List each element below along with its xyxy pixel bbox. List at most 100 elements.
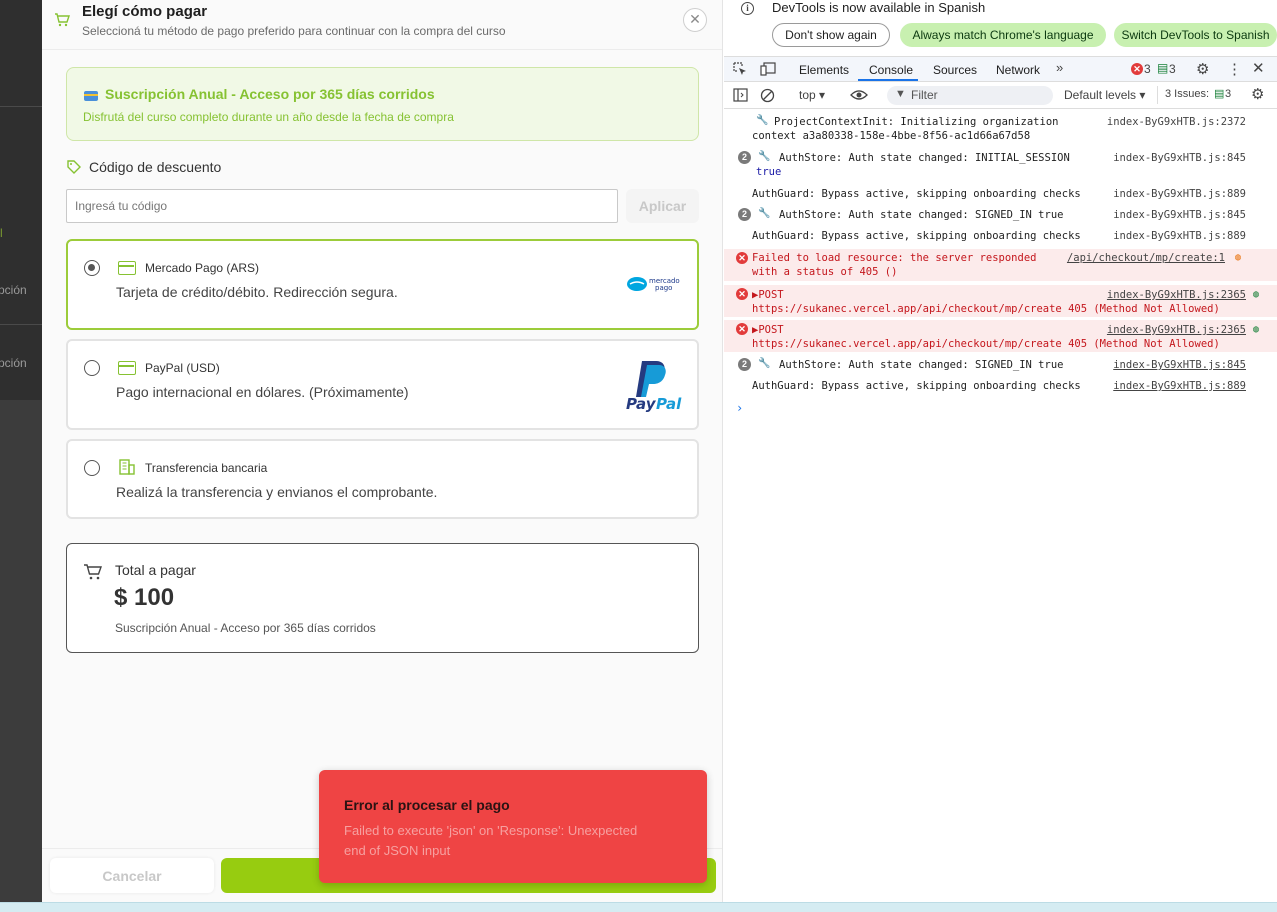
- console-message[interactable]: 🔧 ProjectContextInit: Initializing organ…: [724, 114, 1277, 144]
- network-icon[interactable]: ◍: [1253, 288, 1259, 302]
- dont-show-again-button[interactable]: Don't show again: [772, 23, 890, 47]
- backdrop: l pción pción: [0, 0, 42, 902]
- repeat-count-badge: 2: [738, 151, 751, 164]
- console-message[interactable]: AuthGuard: Bypass active, skipping onboa…: [724, 379, 1277, 393]
- log-source-link[interactable]: index-ByG9xHTB.js:889: [1113, 379, 1246, 393]
- radio-button[interactable]: [84, 460, 100, 476]
- discount-code-input[interactable]: [66, 189, 618, 223]
- context-selector[interactable]: top ▾: [799, 88, 825, 102]
- log-source-link[interactable]: index-ByG9xHTB.js:889: [1113, 229, 1246, 243]
- backdrop-text: pción: [0, 356, 27, 370]
- plan-description: Disfrutá del curso completo durante un a…: [83, 110, 454, 124]
- radio-button[interactable]: [84, 360, 100, 376]
- message-icon: ▤: [1157, 61, 1169, 75]
- console-message[interactable]: 2 🔧 AuthStore: Auth state changed: SIGNE…: [724, 208, 1277, 222]
- tab-elements[interactable]: Elements: [799, 63, 849, 77]
- more-tabs-icon[interactable]: »: [1056, 60, 1063, 75]
- inspect-icon[interactable]: [733, 62, 747, 76]
- console-message[interactable]: AuthGuard: Bypass active, skipping onboa…: [724, 187, 1277, 201]
- kebab-menu-icon[interactable]: ⋮: [1227, 60, 1242, 78]
- total-label: Total a pagar: [115, 562, 196, 578]
- log-url[interactable]: https://sukanec.vercel.app/api/checkout/…: [752, 337, 1220, 351]
- console-prompt[interactable]: ›: [736, 401, 743, 415]
- log-text: context a3a80338-158e-4bbe-8f56-ac1d66a6…: [752, 130, 1031, 142]
- log-source-link[interactable]: index-ByG9xHTB.js:845: [1113, 208, 1246, 222]
- tab-console[interactable]: Console: [869, 63, 913, 77]
- modal-title: Elegí cómo pagar: [82, 3, 208, 20]
- close-devtools-icon[interactable]: ✕: [1252, 59, 1265, 77]
- wrench-icon: 🔧: [756, 115, 769, 126]
- close-button[interactable]: ✕: [683, 8, 707, 32]
- log-source-link[interactable]: index-ByG9xHTB.js:889: [1113, 187, 1246, 201]
- close-icon: ✕: [689, 11, 701, 27]
- error-count[interactable]: 3: [1144, 62, 1151, 76]
- issues-count[interactable]: 3: [1225, 88, 1231, 100]
- console-message[interactable]: 2 🔧 AuthStore: Auth state changed: SIGNE…: [724, 358, 1277, 372]
- issues-label[interactable]: 3 Issues:: [1165, 88, 1209, 100]
- log-source-link[interactable]: index-ByG9xHTB.js:845: [1113, 151, 1246, 165]
- network-icon[interactable]: ◍: [1235, 251, 1241, 265]
- log-levels-label: Default levels: [1064, 88, 1137, 102]
- error-icon: ✕: [736, 288, 748, 300]
- error-icon: ✕: [736, 252, 748, 264]
- log-url[interactable]: https://sukanec.vercel.app/api/checkout/…: [752, 302, 1220, 316]
- log-text: with a status of 405 (): [752, 266, 898, 278]
- language-banner: i DevTools is now available in Spanish D…: [724, 0, 1277, 52]
- error-toast[interactable]: Error al procesar el pago Failed to exec…: [319, 770, 707, 883]
- message-count[interactable]: 3: [1169, 62, 1176, 76]
- radio-button[interactable]: [84, 260, 100, 276]
- tab-sources[interactable]: Sources: [933, 63, 977, 77]
- console-error[interactable]: ✕ ▶POST https://sukanec.vercel.app/api/c…: [724, 320, 1277, 352]
- total-description: Suscripción Anual - Acceso por 365 días …: [115, 621, 376, 635]
- repeat-count-badge: 2: [738, 358, 751, 371]
- info-icon: i: [741, 2, 754, 15]
- repeat-count-badge: 2: [738, 208, 751, 221]
- network-icon[interactable]: ◍: [1253, 323, 1259, 337]
- apply-discount-button[interactable]: Aplicar: [626, 189, 699, 223]
- settings-gear-icon[interactable]: ⚙: [1196, 60, 1209, 78]
- log-source-link[interactable]: /api/checkout/mp/create:1: [1067, 251, 1225, 265]
- cart-icon: [84, 564, 102, 580]
- payment-option-name: Mercado Pago (ARS): [145, 261, 260, 275]
- modal-subtitle: Seleccioná tu método de pago preferido p…: [82, 24, 506, 38]
- console-filter-input[interactable]: Filter: [887, 86, 1053, 105]
- payment-modal: Elegí cómo pagar Seleccioná tu método de…: [42, 0, 723, 902]
- svg-text:Pay: Pay: [626, 395, 657, 413]
- device-toolbar-icon[interactable]: [760, 62, 776, 76]
- payment-option-bank-transfer[interactable]: Transferencia bancaria Realizá la transf…: [66, 439, 699, 519]
- error-count-icon: ✕: [1131, 63, 1143, 75]
- log-source-link[interactable]: index-ByG9xHTB.js:2372: [1107, 115, 1246, 129]
- log-source-link[interactable]: index-ByG9xHTB.js:2365: [1107, 288, 1246, 302]
- payment-option-paypal[interactable]: PayPal (USD) Pago internacional en dólar…: [66, 339, 699, 430]
- tab-network[interactable]: Network: [996, 63, 1040, 77]
- clear-console-icon[interactable]: [760, 88, 775, 103]
- console-settings-icon[interactable]: ⚙: [1251, 85, 1264, 103]
- total-summary: Total a pagar $ 100 Suscripción Anual - …: [66, 543, 699, 653]
- plan-summary: Suscripción Anual - Acceso por 365 días …: [66, 67, 699, 141]
- console-message[interactable]: AuthGuard: Bypass active, skipping onboa…: [724, 229, 1277, 243]
- console-error[interactable]: ✕ ▶POST https://sukanec.vercel.app/api/c…: [724, 285, 1277, 317]
- match-language-button[interactable]: Always match Chrome's language: [900, 23, 1106, 47]
- log-text: ▶POST: [752, 289, 784, 301]
- divider: [1157, 86, 1158, 104]
- log-source-link[interactable]: index-ByG9xHTB.js:845: [1113, 358, 1246, 372]
- backdrop-text: pción: [0, 283, 27, 297]
- eye-icon[interactable]: [850, 88, 868, 102]
- sidebar-toggle-icon[interactable]: [733, 88, 748, 102]
- context-selector-label: top: [799, 88, 816, 102]
- log-source-link[interactable]: index-ByG9xHTB.js:2365: [1107, 323, 1246, 337]
- credit-card-icon: [84, 91, 98, 101]
- switch-spanish-button[interactable]: Switch DevTools to Spanish: [1114, 23, 1277, 47]
- mercado-pago-logo: mercado pago: [625, 256, 682, 313]
- cancel-button[interactable]: Cancelar: [50, 858, 214, 893]
- issues-icon: ▤: [1214, 88, 1225, 100]
- backdrop-divider: [0, 106, 42, 107]
- payment-option-description: Tarjeta de crédito/débito. Redirección s…: [116, 284, 398, 300]
- tag-icon: [67, 160, 81, 174]
- log-levels-dropdown[interactable]: Default levels ▾: [1064, 88, 1145, 102]
- console-message[interactable]: 2 🔧 AuthStore: Auth state changed: INITI…: [724, 150, 1277, 180]
- payment-option-mercado-pago[interactable]: Mercado Pago (ARS) Tarjeta de crédito/dé…: [66, 239, 699, 330]
- bottom-strip: [0, 902, 1277, 912]
- wrench-icon: 🔧: [758, 151, 771, 162]
- console-error[interactable]: ✕ Failed to load resource: the server re…: [724, 249, 1277, 281]
